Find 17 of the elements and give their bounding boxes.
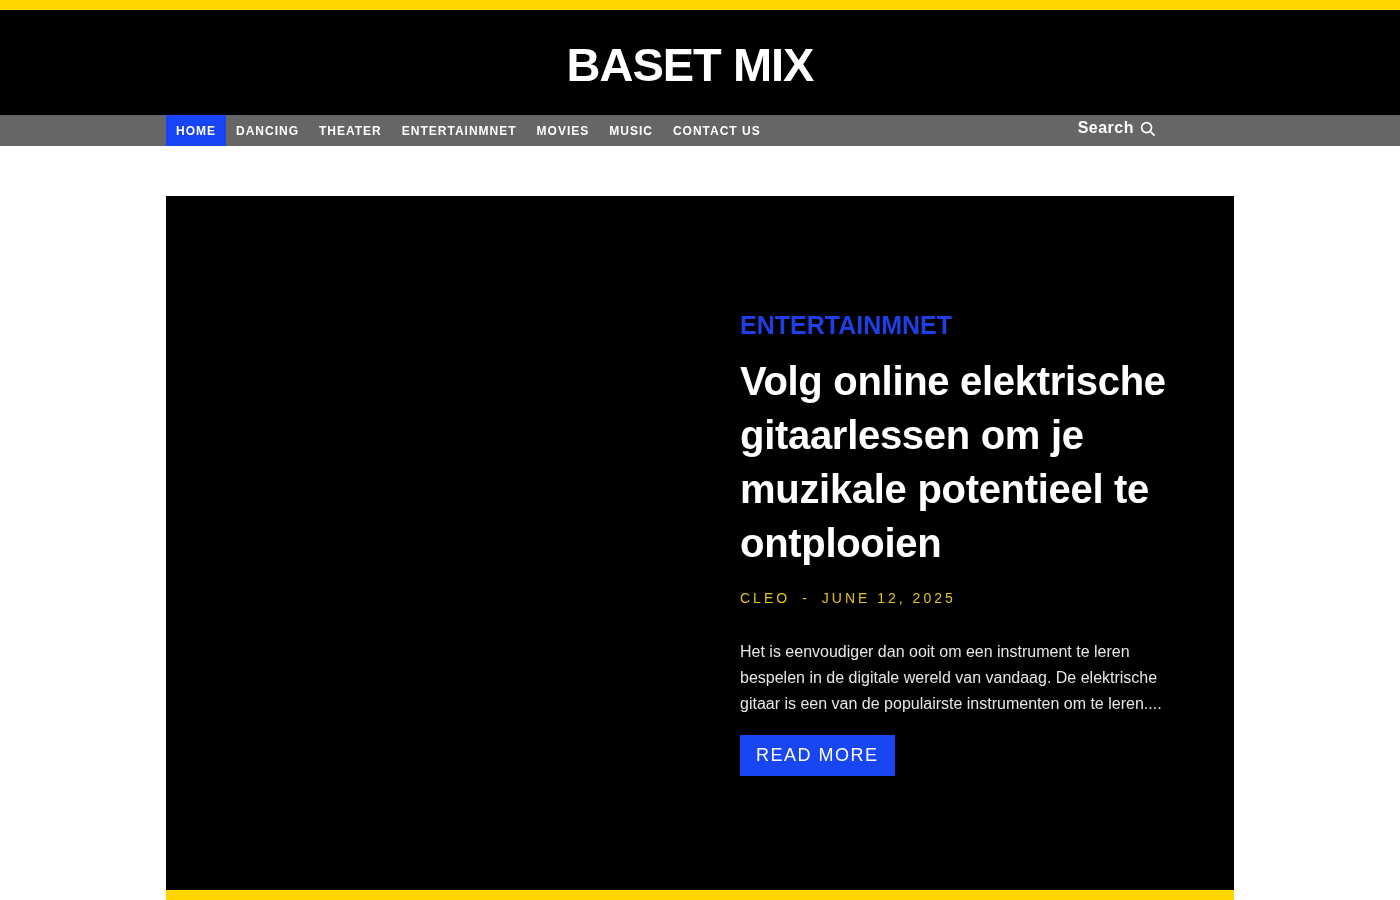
nav-tab[interactable]: MUSIC bbox=[599, 115, 663, 146]
nav-tab[interactable]: CONTACT US bbox=[662, 115, 771, 146]
nav-tab[interactable]: ENTERTAINMNET bbox=[391, 115, 527, 146]
nav-tab[interactable]: THEATER bbox=[309, 115, 392, 146]
meta-separator: - bbox=[802, 589, 810, 608]
search-link[interactable]: Search bbox=[1077, 116, 1155, 140]
author-link[interactable]: CLEO bbox=[740, 588, 791, 609]
nav-tab[interactable]: MOVIES bbox=[526, 115, 600, 146]
site-logo[interactable]: BASET MIX bbox=[566, 41, 814, 88]
post-date: JUNE 12, 2025 bbox=[821, 589, 956, 608]
read-more-button[interactable]: READ MORE bbox=[740, 735, 895, 776]
post-excerpt: Het is eenvoudiger dan ooit om een instrument te leren bespelen in de digitale wereld van vandaag. De elektrische gitaar is een van de populairste instrumenten om te leren.... bbox=[740, 642, 1163, 714]
search-icon bbox=[1140, 120, 1155, 136]
nav-tab[interactable]: DANCING bbox=[226, 115, 309, 146]
nav-tab[interactable]: HOME bbox=[166, 115, 226, 146]
category-link[interactable]: ENTERTAINMNET bbox=[740, 310, 953, 340]
post-title: Volg online elektrische gitaarlessen om je muzikale potentieel te ontplooien bbox=[740, 358, 1167, 567]
